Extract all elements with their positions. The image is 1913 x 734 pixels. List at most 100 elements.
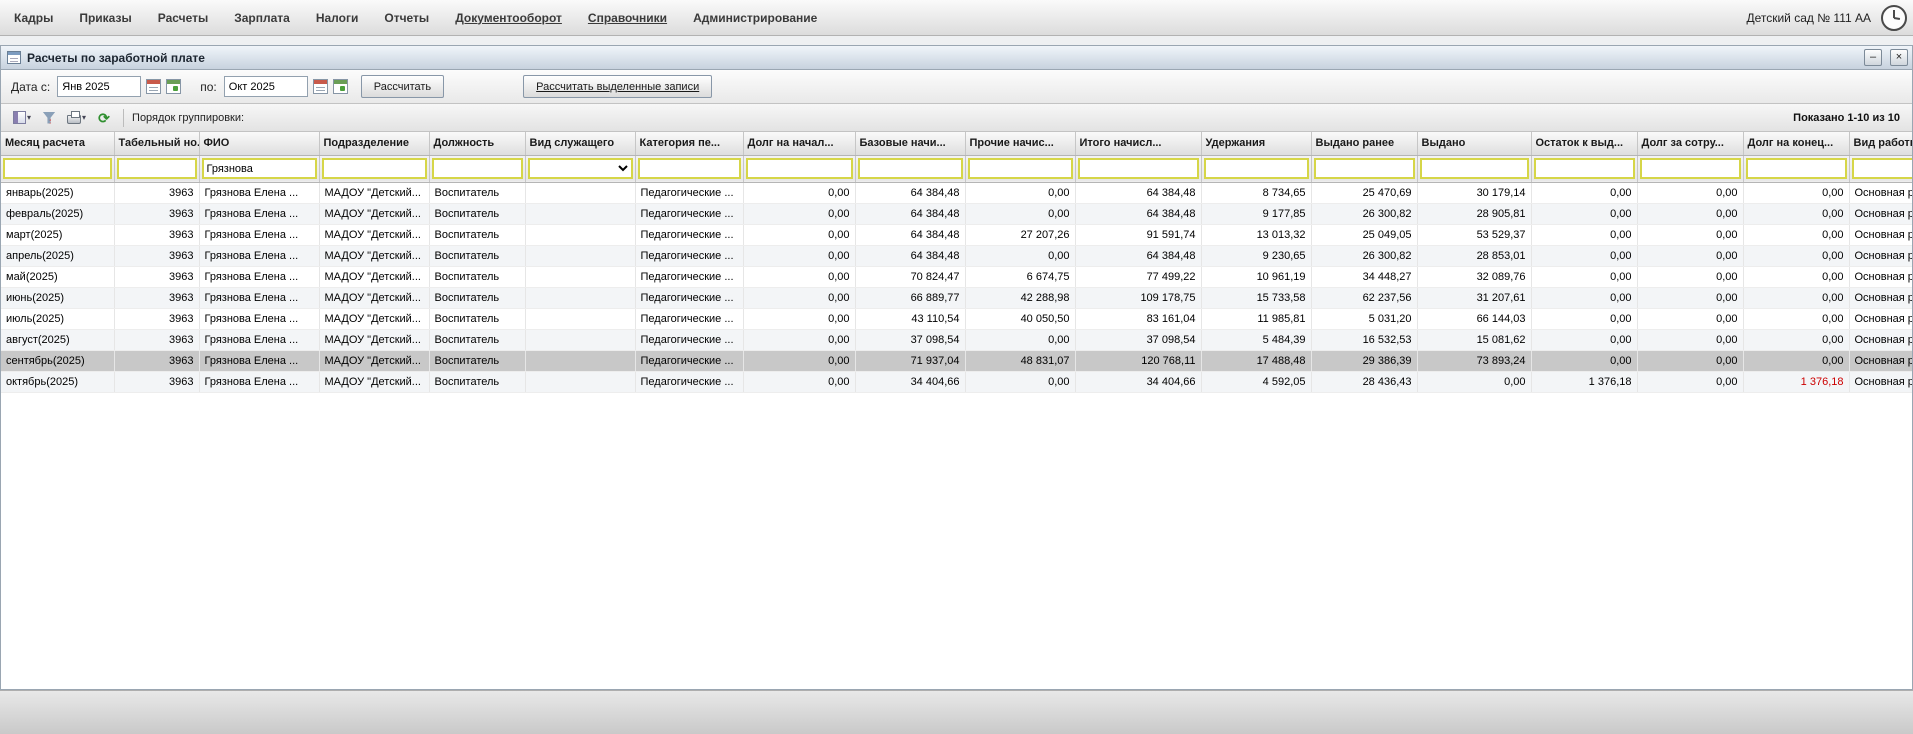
filter-input[interactable] [1314,158,1415,179]
filter-input[interactable] [1746,158,1847,179]
filter-input[interactable] [117,158,197,179]
table-cell: Основная работа [1849,224,1912,245]
close-button[interactable]: × [1890,49,1908,66]
menu-item[interactable]: Расчеты [158,11,209,25]
table-cell: 0,00 [1531,308,1637,329]
column-header[interactable]: Прочие начис... [965,132,1075,155]
table-cell [525,287,635,308]
table-cell: 5 031,20 [1311,308,1417,329]
column-header[interactable]: Категория пе... [635,132,743,155]
column-header[interactable]: Месяц расчета [1,132,114,155]
column-header[interactable]: Табельный но... [114,132,199,155]
calculate-button[interactable]: Рассчитать [361,75,444,98]
table-cell: Грязнова Елена ... [199,350,319,371]
column-header[interactable]: Вид служащего [525,132,635,155]
table-row[interactable]: март(2025)3963Грязнова Елена ...МАДОУ "Д… [1,224,1912,245]
filter-cell [1531,155,1637,182]
column-header[interactable]: Долг за сотру... [1637,132,1743,155]
filter-input[interactable] [3,158,112,179]
minimize-button[interactable]: – [1864,49,1882,66]
table-cell: 3963 [114,224,199,245]
table-row[interactable]: январь(2025)3963Грязнова Елена ...МАДОУ … [1,182,1912,203]
menu-item[interactable]: Приказы [79,11,131,25]
filter-input[interactable] [638,158,741,179]
table-cell: 28 853,01 [1417,245,1531,266]
table-cell: 0,00 [1637,329,1743,350]
table-cell: Воспитатель [429,245,525,266]
filter-input[interactable] [968,158,1073,179]
filter-input[interactable] [1534,158,1635,179]
date-to-input[interactable] [224,76,308,97]
table-row[interactable]: апрель(2025)3963Грязнова Елена ...МАДОУ … [1,245,1912,266]
table-cell: 11 985,81 [1201,308,1311,329]
calendar-picker-icon[interactable] [166,79,181,94]
export-button[interactable]: ▾ [9,107,35,129]
clock-icon[interactable] [1881,5,1907,31]
menu-item[interactable]: Зарплата [234,11,290,25]
filter-icon: ✖ [43,112,56,124]
column-header[interactable]: ФИО [199,132,319,155]
table-cell [525,203,635,224]
calculate-selected-button[interactable]: Рассчитать выделенные записи [523,75,712,98]
table-cell: Педагогические ... [635,182,743,203]
filter-cell [319,155,429,182]
table-cell: 34 448,27 [1311,266,1417,287]
filter-input[interactable] [746,158,853,179]
filter-input[interactable] [1078,158,1199,179]
date-from-label: Дата с: [11,80,50,94]
filter-select[interactable] [528,158,633,179]
filter-cell [1201,155,1311,182]
filter-input[interactable] [1420,158,1529,179]
column-header[interactable]: Итого начисл... [1075,132,1201,155]
menu-item[interactable]: Налоги [316,11,359,25]
table-cell: 64 384,48 [1075,182,1201,203]
table-row[interactable]: июль(2025)3963Грязнова Елена ...МАДОУ "Д… [1,308,1912,329]
column-header[interactable]: Вид работы [1849,132,1912,155]
table-cell: 3963 [114,287,199,308]
menu-item[interactable]: Кадры [14,11,53,25]
filter-input[interactable] [858,158,963,179]
calendar-icon[interactable] [313,79,328,94]
table-row[interactable]: февраль(2025)3963Грязнова Елена ...МАДОУ… [1,203,1912,224]
table-row[interactable]: июнь(2025)3963Грязнова Елена ...МАДОУ "Д… [1,287,1912,308]
column-header[interactable]: Выдано [1417,132,1531,155]
column-header[interactable]: Остаток к выд... [1531,132,1637,155]
column-header[interactable]: Базовые начи... [855,132,965,155]
table-cell: 13 013,32 [1201,224,1311,245]
filter-input[interactable] [1852,158,1913,179]
column-header[interactable]: Долг на начал... [743,132,855,155]
table-cell: 0,00 [1743,308,1849,329]
column-header[interactable]: Выдано ранее [1311,132,1417,155]
calendar-icon[interactable] [146,79,161,94]
filter-input[interactable] [1640,158,1741,179]
filter-input[interactable] [322,158,427,179]
column-header[interactable]: Долг на конец... [1743,132,1849,155]
filter-input[interactable] [1204,158,1309,179]
column-header[interactable]: Должность [429,132,525,155]
table-cell: 0,00 [1531,329,1637,350]
table-row[interactable]: октябрь(2025)3963Грязнова Елена ...МАДОУ… [1,371,1912,392]
menu-item[interactable]: Отчеты [384,11,429,25]
filter-cell [1417,155,1531,182]
calendar-picker-icon[interactable] [333,79,348,94]
date-from-input[interactable] [57,76,141,97]
clear-filter-button[interactable]: ✖ [38,107,60,129]
menu-item[interactable]: Справочники [588,11,667,25]
main-menu: Кадры Приказы Расчеты Зарплата Налоги Отчеты Д… [0,0,1913,36]
column-header[interactable]: Удержания [1201,132,1311,155]
filter-input[interactable] [202,158,317,179]
table-row[interactable]: август(2025)3963Грязнова Елена ...МАДОУ … [1,329,1912,350]
column-header[interactable]: Подразделение [319,132,429,155]
table-row[interactable]: май(2025)3963Грязнова Елена ...МАДОУ "Де… [1,266,1912,287]
filter-input[interactable] [432,158,523,179]
menu-item[interactable]: Документооборот [455,11,562,25]
filter-cell [1849,155,1912,182]
menu-item[interactable]: Администрирование [693,11,817,25]
print-button[interactable]: ▾ [63,107,90,129]
table-row[interactable]: сентябрь(2025)3963Грязнова Елена ...МАДО… [1,350,1912,371]
refresh-button[interactable]: ⟳ [93,107,115,129]
table-cell: МАДОУ "Детский... [319,224,429,245]
table-cell: 48 831,07 [965,350,1075,371]
table-cell: 32 089,76 [1417,266,1531,287]
table-cell: 71 937,04 [855,350,965,371]
